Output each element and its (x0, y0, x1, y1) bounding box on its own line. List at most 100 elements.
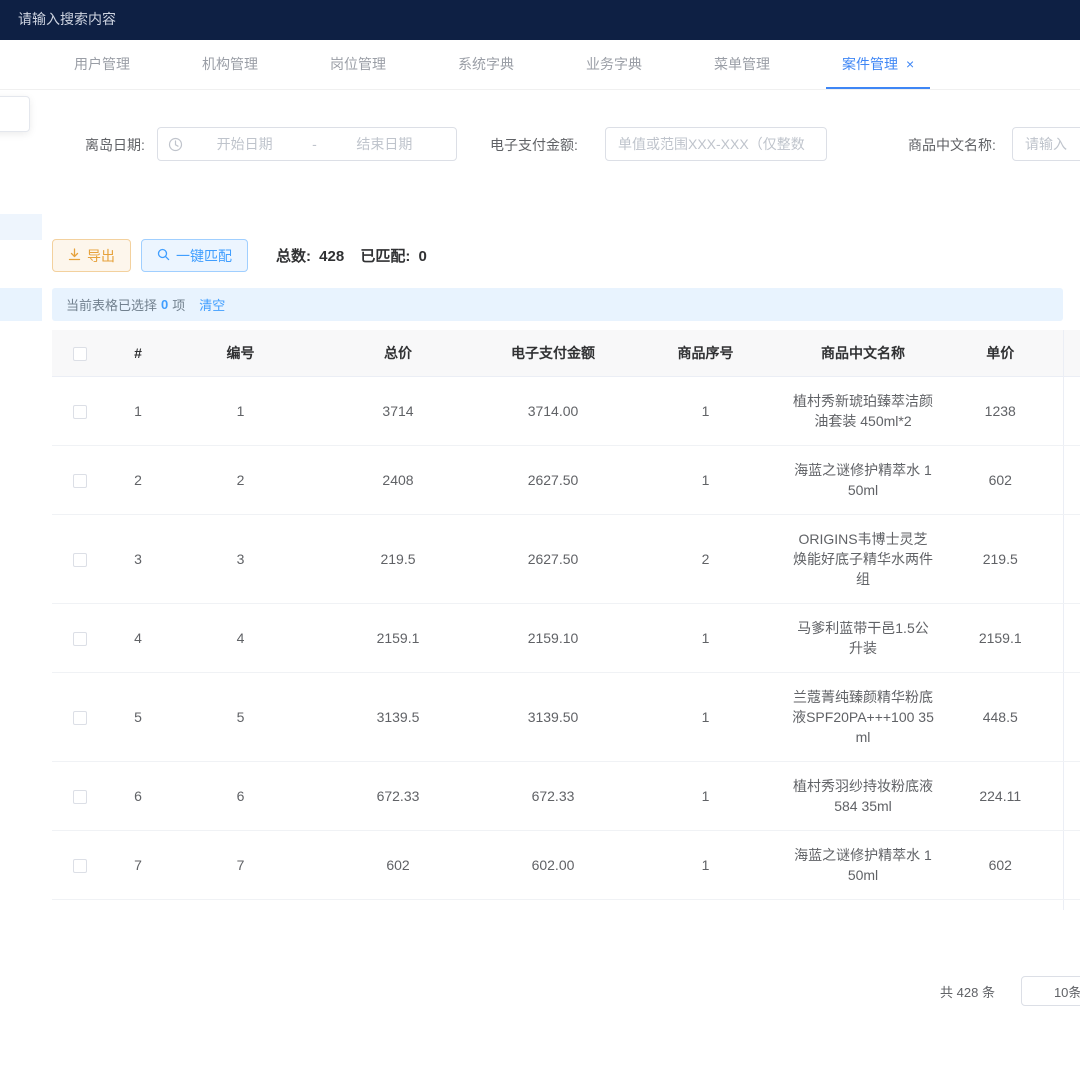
checkbox-cell (52, 762, 108, 831)
tab-业务字典[interactable]: 业务字典 (570, 40, 658, 89)
row-checkbox[interactable] (73, 405, 87, 419)
tab-用户管理[interactable]: 用户管理 (58, 40, 146, 89)
table-body: 1137143714.001植村秀新琥珀臻萃洁颜油套装 450ml*212382… (52, 377, 1080, 911)
cell-index: 8 (108, 900, 168, 911)
cell-name: 植村秀羽纱持妆粉底液584 35ml (788, 762, 938, 831)
data-table: # 编号 总价 电子支付金额 商品序号 商品中文名称 单价 1137143714… (52, 330, 1080, 910)
col-header-unit: 单价 (938, 330, 1063, 377)
cell-index: 2 (108, 446, 168, 515)
tab-close-icon[interactable]: × (906, 57, 914, 71)
tab-label: 机构管理 (202, 54, 258, 74)
checkbox-cell (52, 831, 108, 900)
select-all-checkbox[interactable] (73, 347, 87, 361)
tab-菜单管理[interactable]: 菜单管理 (698, 40, 786, 89)
col-header-epay: 电子支付金额 (483, 330, 623, 377)
fixed-cell (1063, 515, 1080, 604)
cell-name: 卡诗菁纯亮泽经典香氛 (788, 900, 938, 911)
fixed-cell (1063, 673, 1080, 762)
date-range-input[interactable]: 开始日期 - 结束日期 (157, 127, 457, 161)
selection-info-bar: 当前表格已选择 0 项 清空 (52, 288, 1063, 321)
cell-seq: 1 (623, 377, 788, 446)
total-value: 428 (315, 248, 356, 265)
tab-label: 案件管理 (842, 54, 898, 74)
checkbox-cell (52, 604, 108, 673)
cell-seq: 1 (623, 831, 788, 900)
checkbox-cell (52, 673, 108, 762)
epay-amount-input[interactable]: 单值或范围XXX-XXX（仅整数 (605, 127, 827, 161)
row-checkbox[interactable] (73, 859, 87, 873)
end-date-placeholder[interactable]: 结束日期 (323, 134, 446, 154)
tab-系统字典[interactable]: 系统字典 (442, 40, 530, 89)
cell-total: 219.5 (313, 515, 483, 604)
row-checkbox[interactable] (73, 553, 87, 567)
row-checkbox[interactable] (73, 790, 87, 804)
cell-index: 1 (108, 377, 168, 446)
row-checkbox[interactable] (73, 474, 87, 488)
cell-unit: 602 (938, 446, 1063, 515)
fixed-cell (1063, 446, 1080, 515)
cell-seq: 1 (623, 673, 788, 762)
cell-unit: 219.5 (938, 515, 1063, 604)
product-name-label: 商品中文名称: (908, 135, 996, 155)
tab-案件管理[interactable]: 案件管理 × (826, 40, 930, 89)
cell-epay: 672.33 (483, 762, 623, 831)
checkbox-cell (52, 446, 108, 515)
selection-count: 0 (161, 297, 168, 312)
cell-index: 6 (108, 762, 168, 831)
product-name-input[interactable]: 请输入 (1012, 127, 1080, 161)
page-size-select[interactable]: 10条/页 (1021, 976, 1080, 1006)
table-row: 66672.33672.331植村秀羽纱持妆粉底液584 35ml224.11 (52, 762, 1080, 831)
cell-epay: 2627.50 (483, 515, 623, 604)
epay-amount-label: 电子支付金额: (490, 135, 578, 155)
cell-unit: 1238 (938, 377, 1063, 446)
fixed-cell (1063, 604, 1080, 673)
col-header-fixed (1063, 330, 1080, 377)
cell-epay: 2627.50 (483, 446, 623, 515)
selection-prefix: 当前表格已选择 (66, 295, 157, 314)
cutoff-highlight-fragment (0, 214, 42, 240)
tab-bar: 用户管理 机构管理 岗位管理系统字典业务字典菜单管理 案件管理 × (0, 40, 1080, 90)
cell-name: 马爹利蓝带干邑1.5公升装 (788, 604, 938, 673)
cell-code: 8 (168, 900, 313, 911)
one-click-match-button[interactable]: 一键匹配 (141, 239, 248, 272)
cell-seq: 2 (623, 515, 788, 604)
depart-date-label: 离岛日期: (85, 135, 145, 155)
col-header-code: 编号 (168, 330, 313, 377)
table-row: 33219.52627.502ORIGINS韦博士灵芝焕能好底子精华水两件组21… (52, 515, 1080, 604)
cell-code: 7 (168, 831, 313, 900)
cell-unit: 173.46 (938, 900, 1063, 911)
fixed-cell (1063, 831, 1080, 900)
col-header-name: 商品中文名称 (788, 330, 938, 377)
cell-index: 3 (108, 515, 168, 604)
checkbox-cell (52, 900, 108, 911)
table-row: 442159.12159.101马爹利蓝带干邑1.5公升装2159.1 (52, 604, 1080, 673)
cell-total: 3714 (313, 377, 483, 446)
col-header-seq: 商品序号 (623, 330, 788, 377)
fixed-cell (1063, 762, 1080, 831)
cell-code: 3 (168, 515, 313, 604)
cell-total: 1303.47 (313, 900, 483, 911)
cell-unit: 2159.1 (938, 604, 1063, 673)
start-date-placeholder[interactable]: 开始日期 (183, 134, 306, 154)
match-button-label: 一键匹配 (176, 246, 232, 266)
cell-unit: 224.11 (938, 762, 1063, 831)
matched-label: 已匹配: (360, 248, 410, 265)
fixed-cell (1063, 377, 1080, 446)
tab-岗位管理[interactable]: 岗位管理 (314, 40, 402, 89)
row-checkbox[interactable] (73, 632, 87, 646)
global-search-input[interactable]: 请输入搜索内容 (18, 9, 116, 29)
tab-机构管理[interactable]: 机构管理 (186, 40, 274, 89)
select-all-cell (52, 330, 108, 377)
matched-value: 0 (415, 248, 439, 265)
cell-name: 海蓝之谜修护精萃水 150ml (788, 831, 938, 900)
cutoff-selection-fragment (0, 288, 42, 321)
cell-total: 602 (313, 831, 483, 900)
row-checkbox[interactable] (73, 711, 87, 725)
table-row: 1137143714.001植村秀新琥珀臻萃洁颜油套装 450ml*21238 (52, 377, 1080, 446)
export-button[interactable]: 导出 (52, 239, 131, 272)
checkbox-cell (52, 377, 108, 446)
clear-selection-link[interactable]: 清空 (199, 295, 225, 314)
cell-total: 3139.5 (313, 673, 483, 762)
cell-unit: 448.5 (938, 673, 1063, 762)
toolbar: 导出 一键匹配 总数: 428 已匹配: 0 (52, 239, 439, 272)
